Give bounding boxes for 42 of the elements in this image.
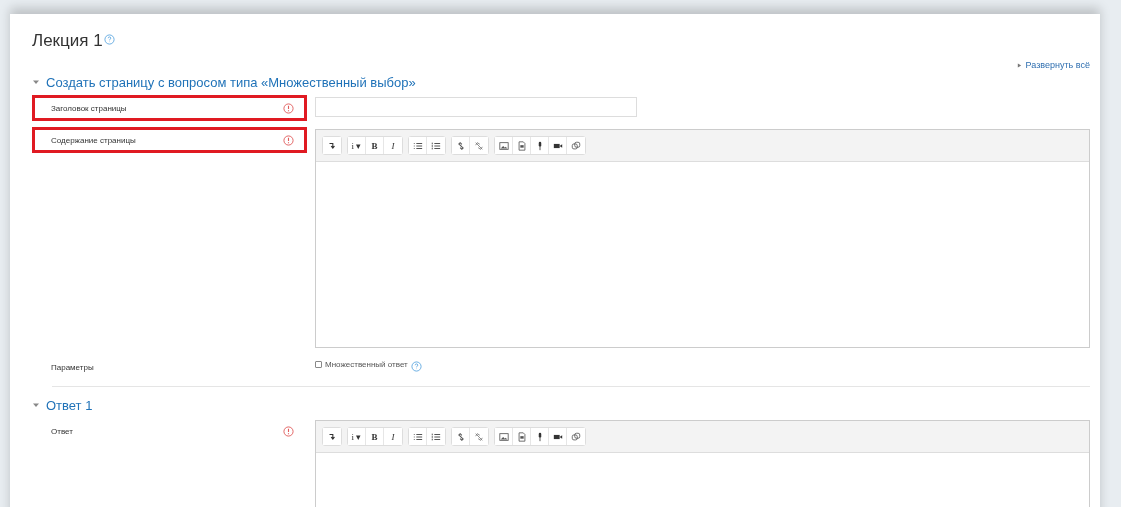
caret-icon (1016, 62, 1022, 68)
ul-button[interactable] (409, 428, 427, 445)
ul-button[interactable] (409, 137, 427, 154)
field-label: Содержание страницы (51, 135, 136, 145)
link-icon (455, 140, 466, 151)
field-label: Заголовок страницы (51, 103, 127, 113)
copy-icon (571, 140, 581, 151)
section-heading[interactable]: Создать страницу с вопросом типа «Множественный выбор» (46, 74, 416, 90)
unlink-icon (474, 431, 484, 442)
format-button[interactable]: i ▾ (348, 428, 366, 445)
image-icon (498, 140, 509, 151)
collapse-button[interactable] (323, 137, 341, 154)
image-icon (498, 431, 509, 442)
copy-icon (571, 431, 581, 442)
ol-icon (431, 140, 441, 151)
text-editor[interactable]: i ▾ B I (315, 420, 1090, 507)
caret-icon[interactable] (32, 401, 40, 409)
ul-icon (412, 431, 423, 442)
link-button[interactable] (452, 428, 470, 445)
collapse-icon (327, 431, 337, 442)
caret-icon[interactable] (32, 78, 40, 86)
link-button[interactable] (452, 137, 470, 154)
unlink-icon (474, 140, 484, 151)
file-icon (516, 431, 527, 442)
text-editor[interactable]: i ▾ B I (315, 129, 1090, 348)
image-button[interactable] (495, 428, 513, 445)
page-title: Лекция 1 (32, 30, 103, 52)
expand-all-link[interactable]: Развернуть всё (1025, 60, 1090, 70)
file-icon (516, 140, 527, 151)
ol-icon (431, 431, 441, 442)
field-label: Параметры (51, 362, 94, 372)
image-button[interactable] (495, 137, 513, 154)
section-heading[interactable]: Ответ 1 (46, 397, 93, 413)
collapse-button[interactable] (323, 428, 341, 445)
checkbox[interactable] (315, 360, 322, 368)
link-icon (455, 431, 466, 442)
ul-icon (412, 140, 423, 151)
page-title-input[interactable] (315, 97, 637, 117)
field-label: Ответ (51, 426, 73, 436)
checkbox-label[interactable]: Множественный ответ (325, 359, 408, 369)
format-button[interactable]: i ▾ (348, 137, 366, 154)
collapse-icon (327, 140, 337, 151)
